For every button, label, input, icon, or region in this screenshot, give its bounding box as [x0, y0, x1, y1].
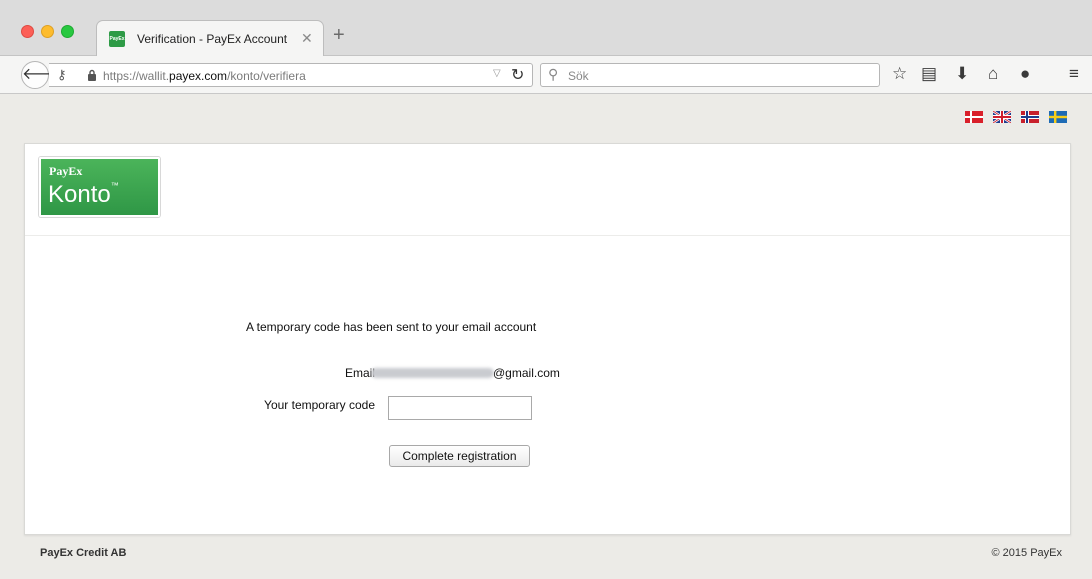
- email-local-part-blurred: [371, 368, 494, 378]
- url-bar[interactable]: ⚷ https://wallit.payex.com/konto/verifie…: [49, 63, 533, 87]
- swedish-flag-icon[interactable]: [1049, 111, 1067, 123]
- footer-copyright: © 2015 PayEx: [991, 547, 1062, 559]
- tab-close-icon[interactable]: ✕: [301, 30, 313, 47]
- temporary-code-label: Your temporary code: [264, 398, 375, 412]
- browser-tab[interactable]: PayEx Verification - PayEx Account ✕: [96, 20, 324, 57]
- url-path: /konto/verifiera: [227, 69, 306, 83]
- norwegian-flag-icon[interactable]: [1021, 111, 1039, 123]
- back-arrow-icon[interactable]: 🡐: [21, 61, 65, 89]
- main-card: PayEx Konto™ A temporary code has been s…: [24, 143, 1071, 535]
- logo-brand: PayEx: [49, 164, 83, 178]
- close-window-button[interactable]: [21, 25, 34, 38]
- lock-icon: [88, 69, 96, 81]
- uk-flag-icon[interactable]: [993, 111, 1011, 123]
- home-icon[interactable]: ⌂: [988, 63, 998, 85]
- new-tab-plus-icon[interactable]: +: [333, 25, 345, 45]
- logo-product-text: Konto: [48, 181, 111, 208]
- temporary-code-input[interactable]: [388, 396, 532, 420]
- complete-registration-button[interactable]: Complete registration: [389, 445, 530, 467]
- url-prefix: https://wallit.: [103, 69, 170, 83]
- search-bar[interactable]: ⚲ Sök: [540, 63, 880, 87]
- zoom-window-button[interactable]: [61, 25, 74, 38]
- email-label: Email: [344, 366, 375, 380]
- reload-icon[interactable]: ↻: [511, 65, 524, 85]
- intro-message: A temporary code has been sent to your e…: [246, 320, 537, 334]
- tab-title: Verification - PayEx Account: [137, 32, 288, 46]
- minimize-window-button[interactable]: [41, 25, 54, 38]
- download-icon[interactable]: ⬇: [955, 63, 969, 85]
- hamburger-menu-icon[interactable]: ≡: [1069, 63, 1079, 85]
- payex-konto-logo[interactable]: PayEx Konto™: [39, 157, 160, 217]
- search-icon: ⚲: [548, 66, 559, 82]
- reading-list-icon[interactable]: ▤: [921, 63, 937, 85]
- search-placeholder: Sök: [568, 69, 589, 83]
- card-header: PayEx Konto™: [25, 144, 1070, 236]
- bookmark-star-icon[interactable]: ☆: [892, 63, 907, 85]
- browser-navbar: 🡐 ⚷ https://wallit.payex.com/konto/verif…: [0, 56, 1092, 94]
- chat-icon[interactable]: ●: [1020, 63, 1030, 85]
- key-icon[interactable]: ⚷: [57, 67, 67, 83]
- email-domain: @gmail.com: [493, 366, 560, 380]
- logo-product: Konto™: [48, 181, 119, 209]
- payex-favicon-icon: PayEx: [109, 31, 125, 47]
- url-text: https://wallit.payex.com/konto/verifiera: [103, 69, 306, 83]
- url-history-dropdown-icon[interactable]: ▽: [493, 68, 501, 79]
- logo-tm: ™: [110, 181, 119, 190]
- footer-company: PayEx Credit AB: [40, 547, 127, 559]
- url-domain: payex.com: [169, 69, 228, 83]
- danish-flag-icon[interactable]: [965, 111, 983, 123]
- browser-titlebar: PayEx Verification - PayEx Account ✕ +: [0, 0, 1092, 57]
